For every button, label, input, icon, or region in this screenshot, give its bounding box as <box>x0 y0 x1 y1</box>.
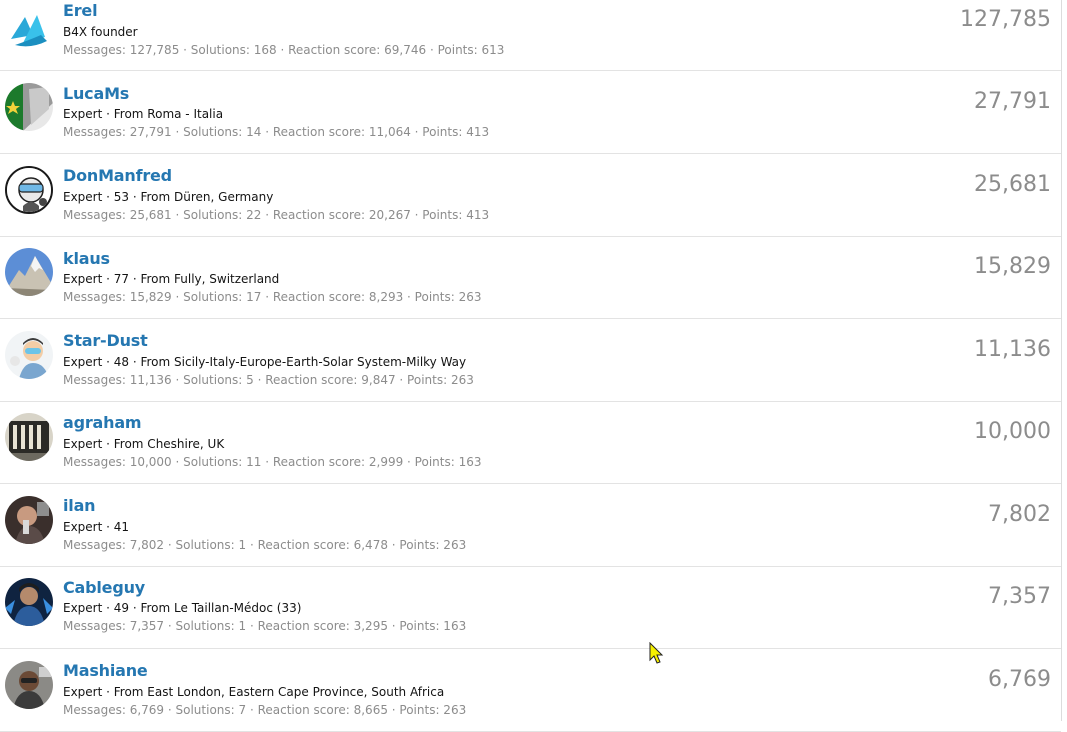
member-stats: Messages: 10,000 · Solutions: 11 · React… <box>63 455 482 469</box>
member-name[interactable]: klaus <box>63 249 110 268</box>
member-message-count: 6,769 <box>988 667 1051 692</box>
member-row: Star-Dust Expert · 48 · From Sicily-Ital… <box>0 319 1061 402</box>
member-name[interactable]: DonManfred <box>63 166 172 185</box>
member-stats: Messages: 15,829 · Solutions: 17 · React… <box>63 290 482 304</box>
member-blurb: Expert · 53 · From Düren, Germany <box>63 190 274 204</box>
member-blurb: Expert · 77 · From Fully, Switzerland <box>63 272 280 286</box>
photo-avatar[interactable] <box>5 496 53 544</box>
b4x-logo-icon[interactable] <box>5 5 53 53</box>
member-message-count: 11,136 <box>974 337 1051 362</box>
member-name[interactable]: Mashiane <box>63 661 148 680</box>
member-name[interactable]: ilan <box>63 496 96 515</box>
cartoon-avatar[interactable] <box>5 166 53 214</box>
member-name[interactable]: Erel <box>63 1 98 20</box>
member-message-count: 7,357 <box>988 584 1051 609</box>
member-stats: Messages: 27,791 · Solutions: 14 · React… <box>63 125 490 139</box>
member-message-count: 10,000 <box>974 419 1051 444</box>
photo-avatar[interactable] <box>5 578 53 626</box>
member-blurb: Expert · 49 · From Le Taillan-Médoc (33) <box>63 601 302 615</box>
member-blurb: Expert · 41 <box>63 520 130 534</box>
cartoon-avatar[interactable] <box>5 331 53 379</box>
member-row: Cableguy Expert · 49 · From Le Taillan-M… <box>0 566 1061 649</box>
member-row: DonManfred Expert · 53 · From Düren, Ger… <box>0 154 1061 237</box>
mountain-avatar[interactable] <box>5 248 53 296</box>
member-row: ilan Expert · 41 Messages: 7,802 · Solut… <box>0 484 1061 567</box>
member-message-count: 27,791 <box>974 89 1051 114</box>
mouse-cursor-icon <box>648 641 664 666</box>
member-name[interactable]: agraham <box>63 413 142 432</box>
member-stats: Messages: 11,136 · Solutions: 5 · Reacti… <box>63 373 474 387</box>
member-blurb: B4X founder <box>63 25 138 39</box>
member-row: LucaMs Expert · From Roma - Italia Messa… <box>0 71 1061 154</box>
member-message-count: 15,829 <box>974 254 1051 279</box>
member-message-count: 7,802 <box>988 502 1051 527</box>
member-stats: Messages: 25,681 · Solutions: 22 · React… <box>63 208 490 222</box>
member-stats: Messages: 6,769 · Solutions: 7 · Reactio… <box>63 703 467 717</box>
member-name[interactable]: LucaMs <box>63 84 129 103</box>
member-stats: Messages: 7,357 · Solutions: 1 · Reactio… <box>63 619 467 633</box>
member-blurb: Expert · From East London, Eastern Cape … <box>63 685 445 699</box>
member-message-count: 25,681 <box>974 172 1051 197</box>
member-row: Erel B4X founder Messages: 127,785 · Sol… <box>0 0 1061 71</box>
member-blurb: Expert · From Cheshire, UK <box>63 437 225 451</box>
member-name[interactable]: Star-Dust <box>63 331 148 350</box>
member-name[interactable]: Cableguy <box>63 578 145 597</box>
building-avatar[interactable] <box>5 413 53 461</box>
member-message-count: 127,785 <box>960 7 1051 32</box>
member-row: Mashiane Expert · From East London, East… <box>0 649 1061 732</box>
member-list: Erel B4X founder Messages: 127,785 · Sol… <box>0 0 1062 732</box>
member-blurb: Expert · From Roma - Italia <box>63 107 224 121</box>
member-row: agraham Expert · From Cheshire, UK Messa… <box>0 401 1061 484</box>
member-blurb: Expert · 48 · From Sicily-Italy-Europe-E… <box>63 355 467 369</box>
member-stats: Messages: 127,785 · Solutions: 168 · Rea… <box>63 43 505 57</box>
member-row: klaus Expert · 77 · From Fully, Switzerl… <box>0 236 1061 319</box>
photo-avatar[interactable] <box>5 661 53 709</box>
flag-avatar[interactable] <box>5 83 53 131</box>
member-stats: Messages: 7,802 · Solutions: 1 · Reactio… <box>63 538 467 552</box>
